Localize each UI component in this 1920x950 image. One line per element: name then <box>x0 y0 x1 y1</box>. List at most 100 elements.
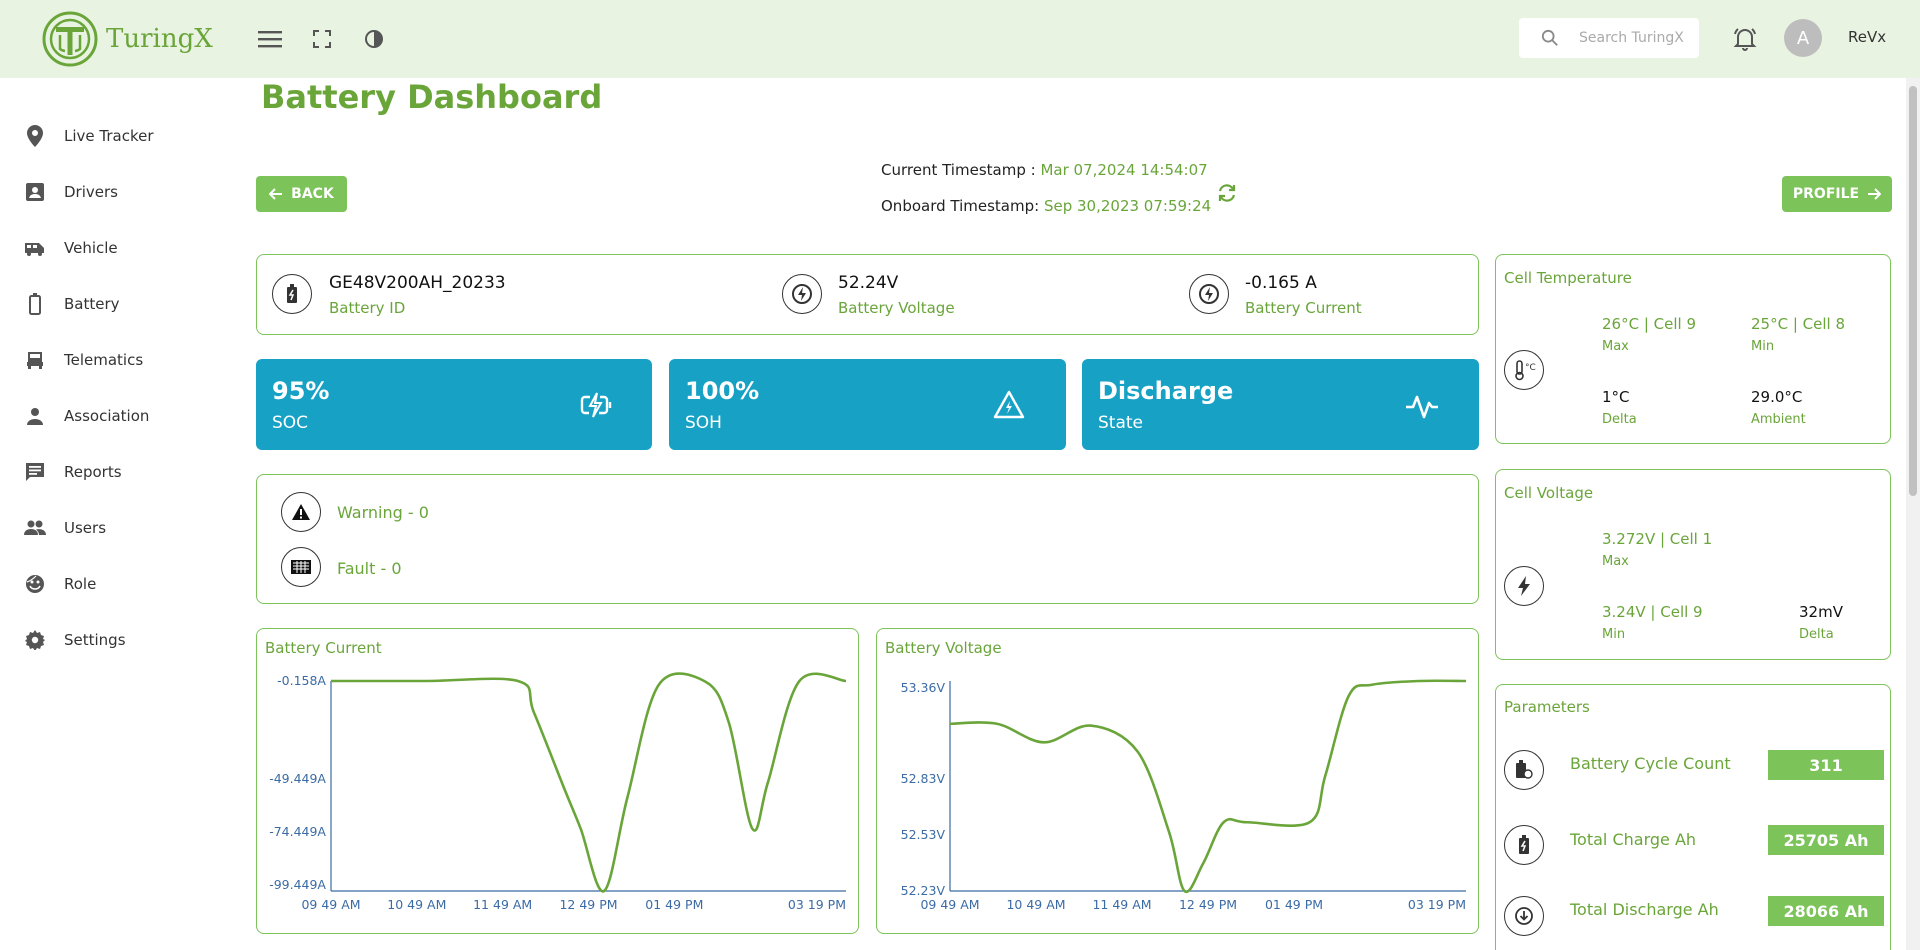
username[interactable]: ReVx <box>1848 28 1886 46</box>
y-tick-label: 52.83V <box>901 771 946 786</box>
avatar[interactable]: A <box>1784 19 1822 57</box>
back-label: BACK <box>291 186 334 202</box>
bus-icon <box>24 237 46 259</box>
search-box[interactable] <box>1519 18 1699 58</box>
arrow-right-icon <box>1868 188 1882 200</box>
state-value: Discharge <box>1098 377 1234 405</box>
cell-temperature-card: Cell Temperature °C 26°C | Cell 9 Max 25… <box>1495 254 1891 444</box>
page-scrollbar[interactable] <box>1906 78 1920 950</box>
search-input[interactable] <box>1579 30 1699 46</box>
battery-info-card: GE48V200AH_20233 Battery ID 52.24V Batte… <box>256 254 1479 335</box>
x-tick-label: 12 49 PM <box>559 897 617 912</box>
x-tick-label: 01 49 PM <box>645 897 703 912</box>
cell-voltage-max-label: Max <box>1602 554 1629 569</box>
menu-icon[interactable] <box>255 24 285 54</box>
sidebar-item-label: Users <box>64 519 107 537</box>
cell-temp-delta-value: 1°C <box>1602 388 1630 406</box>
panel-title: Cell Voltage <box>1504 484 1594 502</box>
fault-count: Fault - 0 <box>337 559 402 578</box>
page-title: Battery Dashboard <box>261 78 603 116</box>
current-timestamp-value: Mar 07,2024 14:54:07 <box>1040 161 1208 179</box>
search-icon <box>1541 29 1558 46</box>
cell-temp-ambient-value: 29.0°C <box>1751 388 1803 406</box>
x-tick-label: 12 49 PM <box>1179 897 1237 912</box>
onboard-timestamp: Onboard Timestamp: Sep 30,2023 07:59:24 <box>881 197 1211 215</box>
parameters-card: Parameters Battery Cycle Count 311 Total… <box>1495 684 1891 950</box>
back-button[interactable]: BACK <box>256 176 347 212</box>
alerts-card: Warning - 0 Fault - 0 <box>256 474 1479 604</box>
warning-triangle-icon <box>993 390 1025 419</box>
battery-voltage-chart: Battery Voltage 53.36V 52.83V 52.53V 52.23V… <box>876 628 1479 934</box>
param-label: Total Discharge Ah <box>1570 900 1719 919</box>
cell-temp-min-value: 25°C | Cell 8 <box>1751 315 1845 333</box>
discharge-icon <box>1504 896 1544 936</box>
cell-voltage-card: Cell Voltage 3.272V | Cell 1 Max 3.24V |… <box>1495 469 1891 660</box>
soh-value: 100% <box>685 377 760 405</box>
param-label: Total Charge Ah <box>1570 830 1697 849</box>
battery-current-label: Battery Current <box>1245 299 1362 317</box>
soh-label: SOH <box>685 413 722 433</box>
current-bolt-icon <box>1189 274 1229 314</box>
sidebar-item-label: Reports <box>64 463 122 481</box>
fullscreen-icon[interactable] <box>307 24 337 54</box>
y-tick-label: 52.23V <box>901 883 946 898</box>
profile-button[interactable]: PROFILE <box>1782 176 1892 212</box>
logo[interactable]: TuringX <box>42 11 213 67</box>
profile-label: PROFILE <box>1792 186 1860 202</box>
sidebar-item-reports[interactable]: Reports <box>24 454 122 490</box>
x-tick-label: 10 49 AM <box>1006 897 1065 912</box>
cell-temp-delta-label: Delta <box>1602 412 1637 427</box>
svg-text:°C: °C <box>1525 363 1536 373</box>
cell-temp-max-value: 26°C | Cell 9 <box>1602 315 1696 333</box>
person-icon <box>24 405 46 427</box>
soh-tile: 100% SOH <box>669 359 1066 450</box>
sidebar-item-role[interactable]: Role <box>24 566 96 602</box>
top-header: TuringX A ReVx <box>0 0 1920 78</box>
battery-id-label: Battery ID <box>329 299 406 317</box>
x-tick-label: 03 19 PM <box>788 897 846 912</box>
gear-icon <box>24 629 46 651</box>
panel-title: Cell Temperature <box>1504 269 1632 287</box>
warning-icon <box>281 492 321 532</box>
sidebar-item-telematics[interactable]: Telematics <box>24 342 143 378</box>
sidebar-item-label: Live Tracker <box>64 127 154 145</box>
current-timestamp: Current Timestamp : Mar 07,2024 14:54:07 <box>881 161 1208 179</box>
scrollbar-thumb[interactable] <box>1909 86 1917 496</box>
sidebar-item-battery[interactable]: Battery <box>24 286 120 322</box>
battery-voltage-value: 52.24V <box>838 273 899 293</box>
charging-bolt-icon <box>580 392 612 418</box>
y-tick-label: 53.36V <box>901 680 946 695</box>
notification-bell-icon[interactable] <box>1730 24 1760 54</box>
sidebar-item-label: Telematics <box>64 351 144 369</box>
sidebar-item-settings[interactable]: Settings <box>24 622 126 658</box>
battery-voltage-label: Battery Voltage <box>838 299 955 317</box>
lightning-icon <box>1504 566 1544 606</box>
onboard-timestamp-value: Sep 30,2023 07:59:24 <box>1043 197 1212 215</box>
y-tick-label: 52.53V <box>901 827 946 842</box>
chart-plot: -0.158A -49.449A -74.449A -99.449A 09 49 AM 1… <box>269 672 847 912</box>
cycle-count-icon <box>1504 750 1544 790</box>
sidebar-item-vehicle[interactable]: Vehicle <box>24 230 118 266</box>
id-badge-icon <box>24 181 46 203</box>
chart-plot: 53.36V 52.83V 52.53V 52.23V09 49 AM 10 49 AM… <box>901 679 1467 912</box>
sidebar-item-live-tracker[interactable]: Live Tracker <box>24 118 154 154</box>
theme-toggle-icon[interactable] <box>359 24 389 54</box>
location-pin-icon <box>24 125 46 147</box>
sidebar-item-users[interactable]: Users <box>24 510 106 546</box>
sidebar-item-association[interactable]: Association <box>24 398 149 434</box>
sidebar-item-label: Battery <box>64 295 120 313</box>
sidebar-item-drivers[interactable]: Drivers <box>24 174 118 210</box>
y-tick-label: -99.449A <box>269 877 326 892</box>
refresh-icon[interactable] <box>1216 182 1238 204</box>
app-name: TuringX <box>106 24 213 54</box>
x-tick-label: 10 49 AM <box>387 897 446 912</box>
sidebar: Live Tracker Drivers Vehicle Battery Tel… <box>0 78 240 950</box>
cell-temp-max-label: Max <box>1602 339 1629 354</box>
current-timestamp-label: Current Timestamp : <box>881 161 1036 179</box>
param-value: 28066 Ah <box>1768 896 1884 926</box>
battery-current-chart: Battery Current -0.158A -49.449A -74.449A -… <box>256 628 859 934</box>
panel-title: Parameters <box>1504 698 1590 716</box>
state-label: State <box>1098 413 1143 433</box>
arrow-left-icon <box>269 188 283 200</box>
cell-voltage-min-value: 3.24V | Cell 9 <box>1602 603 1703 621</box>
